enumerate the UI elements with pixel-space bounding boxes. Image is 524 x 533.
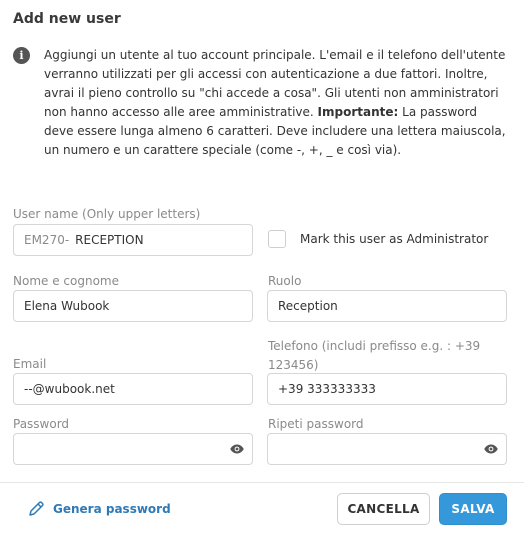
save-button[interactable]: SALVA xyxy=(439,493,507,525)
dialog-title: Add new user xyxy=(13,11,121,27)
eye-icon[interactable] xyxy=(230,444,244,454)
username-value-wrap: EM270- RECEPTION xyxy=(24,233,144,247)
generate-password-label: Genera password xyxy=(53,502,171,516)
username-label: User name (Only upper letters) xyxy=(13,207,201,221)
admin-checkbox-label: Mark this user as Administrator xyxy=(300,232,489,246)
username-field[interactable]: EM270- RECEPTION xyxy=(13,224,253,256)
role-label: Ruolo xyxy=(268,274,302,288)
eye-icon[interactable] xyxy=(484,444,498,454)
password-label: Password xyxy=(13,417,70,431)
email-field[interactable]: --@wubook.net xyxy=(13,373,253,405)
fullname-value: Elena Wubook xyxy=(24,299,110,313)
fullname-label: Nome e cognome xyxy=(13,274,119,288)
fullname-field[interactable]: Elena Wubook xyxy=(13,290,253,322)
phone-label: Telefono (includi prefisso e.g. : +39 12… xyxy=(268,339,481,372)
email-label: Email xyxy=(13,357,47,371)
repeat-password-field[interactable] xyxy=(267,433,507,465)
username-value: RECEPTION xyxy=(75,233,144,247)
phone-value: +39 333333333 xyxy=(278,382,376,396)
admin-checkbox[interactable] xyxy=(268,230,286,248)
info-text: Aggiungi un utente al tuo account princi… xyxy=(44,46,506,160)
repeat-password-label: Ripeti password xyxy=(268,417,364,431)
username-prefix: EM270- xyxy=(24,233,70,247)
role-value: Reception xyxy=(278,299,338,313)
info-icon: i xyxy=(13,47,30,64)
password-field[interactable] xyxy=(13,433,253,465)
generate-password-button[interactable]: Genera password xyxy=(27,500,171,518)
important-label: Importante: xyxy=(317,105,399,119)
phone-field[interactable]: +39 333333333 xyxy=(267,373,507,405)
pencil-icon xyxy=(29,501,44,516)
email-value: --@wubook.net xyxy=(24,382,115,396)
role-field[interactable]: Reception xyxy=(267,290,507,322)
cancel-button[interactable]: CANCELLA xyxy=(337,493,430,525)
footer-divider xyxy=(0,482,524,483)
